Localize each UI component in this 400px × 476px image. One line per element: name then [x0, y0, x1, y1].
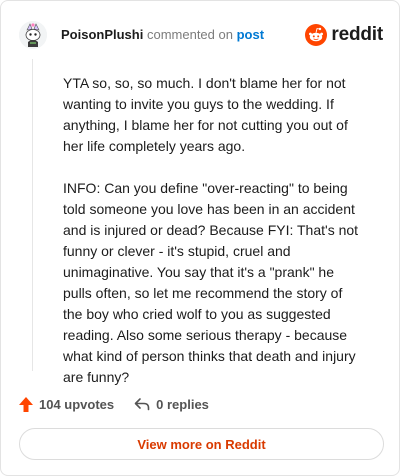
reply-count: 0 replies: [156, 396, 209, 412]
comment-meta: PoisonPlushi commented on post: [61, 27, 264, 43]
username-link[interactable]: PoisonPlushi: [61, 27, 143, 42]
comment-header: PoisonPlushi commented on post reddit: [19, 19, 383, 51]
upvote-arrow-icon: [19, 396, 33, 412]
embedded-comment-card: PoisonPlushi commented on post reddit YT…: [0, 0, 400, 476]
user-avatar[interactable]: [19, 21, 47, 49]
post-link[interactable]: post: [237, 27, 264, 42]
upvote-count: 104 upvotes: [39, 396, 115, 412]
comment-actions: 104 upvotes 0 replies: [19, 395, 209, 413]
reply-arrow-icon: [134, 398, 150, 411]
comment-body: YTA so, so, so much. I don't blame her f…: [63, 73, 365, 409]
reddit-snoo-icon: [305, 24, 328, 46]
thread-line: [32, 59, 33, 371]
snoo-avatar-icon: [19, 21, 47, 49]
upvote-button[interactable]: 104 upvotes: [19, 396, 115, 412]
comment-paragraph: INFO: Can you define "over-reacting" to …: [63, 180, 359, 385]
replies-button[interactable]: 0 replies: [134, 397, 209, 412]
view-more-button[interactable]: View more on Reddit: [19, 428, 384, 460]
reddit-logo[interactable]: reddit: [305, 24, 383, 46]
reddit-wordmark: reddit: [331, 24, 383, 45]
action-text: commented on: [146, 27, 233, 42]
comment-paragraph: YTA so, so, so much. I don't blame her f…: [63, 75, 348, 154]
